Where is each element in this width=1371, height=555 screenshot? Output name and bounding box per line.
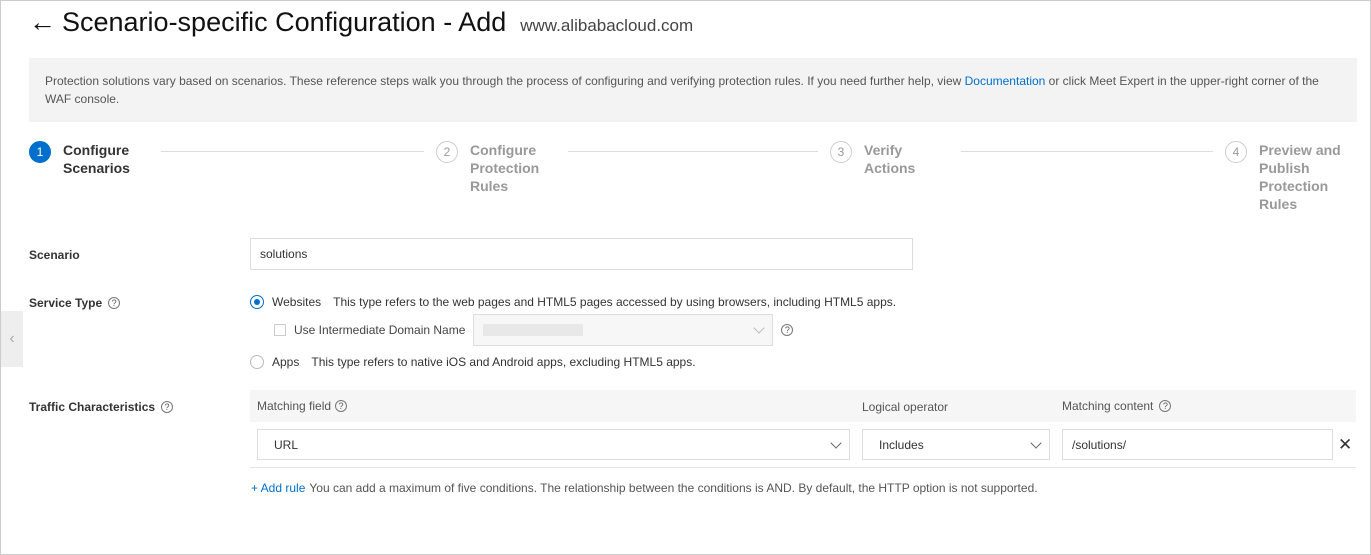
blurred-value: [483, 324, 584, 336]
traffic-characteristics-label: Traffic Characteristics?: [29, 400, 174, 414]
page-header: ← Scenario-specific Configuration - Add …: [29, 7, 693, 38]
step-1: 1 Configure Scenarios: [29, 141, 143, 177]
step-connector: [568, 151, 818, 152]
radio-apps[interactable]: Apps This type refers to native iOS and …: [250, 355, 696, 369]
documentation-link[interactable]: Documentation: [965, 74, 1046, 88]
arrow-left-icon[interactable]: ←: [29, 7, 56, 38]
radio-button[interactable]: [250, 295, 264, 309]
collapse-sidebar-handle[interactable]: ‹: [1, 311, 23, 367]
step-3: 3 Verify Actions: [830, 141, 924, 177]
info-notice: Protection solutions vary based on scena…: [29, 58, 1357, 122]
help-icon[interactable]: ?: [1159, 400, 1172, 412]
service-type-label: Service Type?: [29, 296, 121, 310]
intermediate-domain-row: Use Intermediate Domain Name ?: [274, 314, 794, 346]
chevron-left-icon: ‹: [9, 330, 15, 347]
step-2: 2 Configure Protection Rules: [436, 141, 550, 195]
step-connector: [961, 151, 1213, 152]
radio-websites[interactable]: Websites This type refers to the web pag…: [250, 295, 896, 309]
add-rule-row: + Add rule You can add a maximum of five…: [251, 481, 1038, 495]
intermediate-domain-select[interactable]: [473, 314, 774, 346]
help-icon[interactable]: ?: [335, 400, 348, 412]
logical-operator-select[interactable]: Includes: [862, 429, 1050, 460]
close-icon[interactable]: ✕: [1338, 435, 1352, 455]
divider: [250, 467, 1356, 468]
intermediate-domain-checkbox[interactable]: [274, 324, 286, 336]
scenario-input[interactable]: solutions: [250, 238, 913, 270]
help-icon[interactable]: ?: [108, 297, 121, 309]
step-4: 4 Preview and Publish Protection Rules: [1225, 141, 1349, 213]
chevron-down-icon: [830, 436, 842, 449]
matching-content-input[interactable]: /solutions/: [1062, 429, 1333, 460]
step-connector: [161, 151, 424, 152]
add-rule-link[interactable]: + Add rule: [251, 481, 305, 495]
help-icon[interactable]: ?: [781, 324, 794, 336]
matching-field-select[interactable]: URL: [257, 429, 850, 460]
radio-button[interactable]: [250, 355, 264, 369]
page-title: Scenario-specific Configuration - Add: [62, 7, 507, 37]
help-icon[interactable]: ?: [161, 401, 174, 413]
chevron-down-icon: [753, 322, 766, 334]
rules-table-header: Matching field? Logical operator Matchin…: [250, 390, 1356, 422]
scenario-label: Scenario: [29, 248, 80, 262]
domain-label: www.alibabacloud.com: [520, 16, 694, 35]
chevron-down-icon: [1030, 436, 1042, 449]
